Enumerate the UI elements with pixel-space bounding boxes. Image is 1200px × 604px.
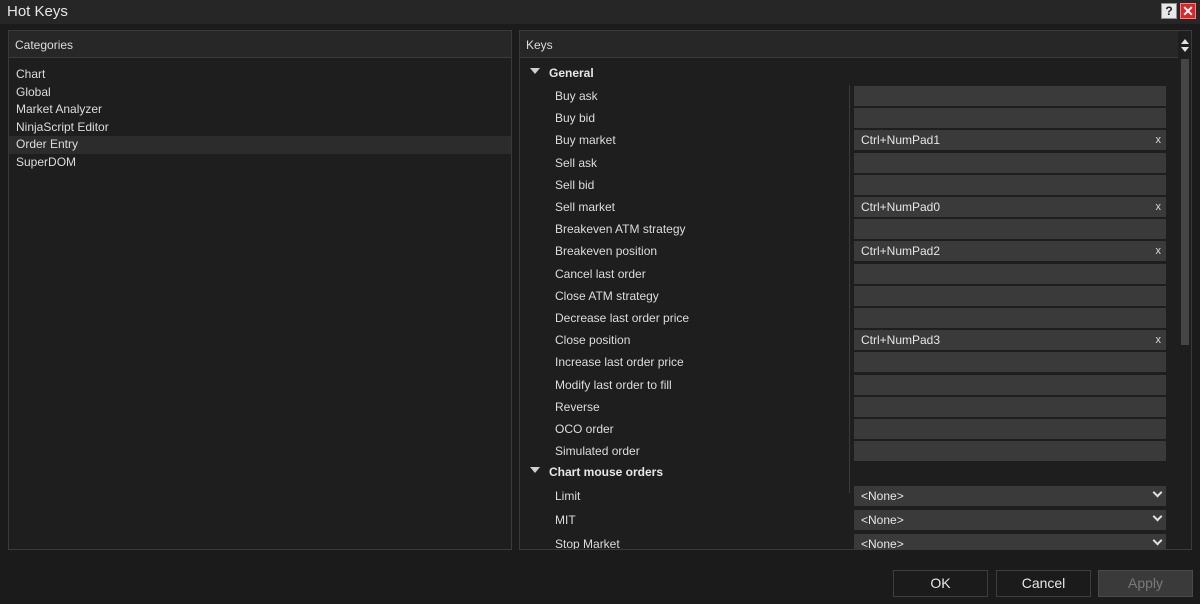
hotkey-value: Ctrl+NumPad0 bbox=[861, 200, 941, 214]
caret-down-icon[interactable] bbox=[530, 68, 540, 74]
select-value: <None> bbox=[861, 537, 904, 549]
hotkey-field[interactable] bbox=[854, 219, 1166, 240]
hotkey-label: Sell bid bbox=[555, 177, 595, 192]
hotkey-label: Modify last order to fill bbox=[555, 377, 672, 392]
mouse-order-select[interactable]: <None> bbox=[854, 486, 1166, 507]
hotkey-field[interactable]: Ctrl+NumPad0 x bbox=[854, 197, 1166, 217]
category-item-global[interactable]: Global bbox=[9, 84, 511, 102]
select-value: <None> bbox=[861, 489, 904, 504]
scrollbar-thumb[interactable] bbox=[1181, 59, 1189, 345]
scroll-down-icon[interactable] bbox=[1181, 47, 1189, 52]
window-title: Hot Keys bbox=[7, 3, 68, 20]
title-bar: Hot Keys ? ✕ bbox=[0, 0, 1200, 24]
hotkey-value: Ctrl+NumPad2 bbox=[861, 244, 941, 259]
hotkey-field[interactable] bbox=[854, 285, 1166, 306]
hotkey-label: Close ATM strategy bbox=[555, 288, 659, 303]
hotkey-field[interactable] bbox=[854, 352, 1166, 373]
chevron-down-icon[interactable] bbox=[1152, 511, 1163, 522]
ok-button[interactable]: OK bbox=[893, 570, 988, 597]
keys-panel: Keys General Buy ask Buy bid Buy market Ctrl… bbox=[519, 30, 1192, 550]
column-divider bbox=[849, 85, 850, 493]
hotkey-label: Stop Market bbox=[555, 537, 620, 549]
hotkey-label: Breakeven position bbox=[555, 244, 658, 259]
hotkey-label: Sell market bbox=[555, 200, 616, 214]
hotkey-label: Sell ask bbox=[555, 155, 598, 170]
chevron-down-icon[interactable] bbox=[1152, 535, 1163, 546]
keys-header: Keys bbox=[520, 31, 1191, 58]
hotkey-label: Buy ask bbox=[555, 89, 598, 103]
category-item-market-analyzer[interactable]: Market Analyzer bbox=[9, 101, 511, 119]
hotkey-label: MIT bbox=[555, 513, 576, 528]
category-item-ninjascript-editor[interactable]: NinjaScript Editor bbox=[9, 119, 511, 137]
chevron-down-icon[interactable] bbox=[1152, 487, 1163, 498]
hotkey-label: Buy market bbox=[555, 133, 616, 148]
help-button[interactable]: ? bbox=[1161, 3, 1177, 19]
hotkey-label: Breakeven ATM strategy bbox=[555, 222, 686, 237]
mouse-order-select[interactable]: <None> bbox=[854, 510, 1166, 531]
categories-panel: Categories Chart Global Market Analyzer … bbox=[8, 30, 512, 550]
hotkey-label: Close position bbox=[555, 333, 631, 348]
hotkey-label: Simulated order bbox=[555, 444, 640, 459]
hotkey-label: Limit bbox=[555, 489, 581, 504]
caret-down-icon[interactable] bbox=[530, 467, 540, 474]
categories-header: Categories bbox=[9, 31, 511, 58]
cancel-button[interactable]: Cancel bbox=[996, 570, 1091, 597]
hotkey-field[interactable] bbox=[854, 174, 1166, 195]
scroll-up-icon[interactable] bbox=[1181, 39, 1189, 44]
hotkey-value: Ctrl+NumPad1 bbox=[861, 133, 941, 148]
hotkey-field[interactable] bbox=[854, 152, 1166, 173]
hotkey-field[interactable] bbox=[854, 374, 1166, 395]
apply-button[interactable]: Apply bbox=[1098, 570, 1193, 597]
hotkey-label: Cancel last order bbox=[555, 266, 646, 281]
group-label: General bbox=[549, 66, 594, 80]
mouse-order-select[interactable]: <None> bbox=[854, 534, 1166, 549]
hotkey-field[interactable] bbox=[854, 108, 1166, 129]
clear-hotkey-icon[interactable]: x bbox=[1156, 330, 1162, 350]
hotkey-label: Reverse bbox=[555, 399, 600, 414]
hotkey-label: OCO order bbox=[555, 422, 614, 436]
hotkey-field[interactable]: Ctrl+NumPad2 x bbox=[854, 241, 1166, 262]
category-item-order-entry[interactable]: Order Entry bbox=[9, 136, 511, 154]
category-item-superdom[interactable]: SuperDOM bbox=[9, 154, 511, 172]
hotkey-field[interactable]: Ctrl+NumPad1 x bbox=[854, 130, 1166, 151]
categories-list: Chart Global Market Analyzer NinjaScript… bbox=[9, 58, 511, 171]
group-label: Chart mouse orders bbox=[549, 465, 664, 480]
keys-list: General Buy ask Buy bid Buy market Ctrl+NumP… bbox=[520, 59, 1175, 549]
hotkey-field[interactable] bbox=[854, 396, 1166, 417]
hotkey-field[interactable] bbox=[854, 419, 1166, 439]
hotkey-label: Decrease last order price bbox=[555, 311, 690, 325]
hotkey-field[interactable] bbox=[854, 308, 1166, 328]
select-value: <None> bbox=[861, 513, 904, 528]
hotkey-field[interactable] bbox=[854, 263, 1166, 284]
hotkey-label: Increase last order price bbox=[555, 355, 684, 370]
hotkey-value: Ctrl+NumPad3 bbox=[861, 333, 941, 348]
clear-hotkey-icon[interactable]: x bbox=[1156, 197, 1162, 217]
hotkey-field[interactable] bbox=[854, 86, 1166, 106]
hotkey-field[interactable]: Ctrl+NumPad3 x bbox=[854, 330, 1166, 351]
category-item-chart[interactable]: Chart bbox=[9, 66, 511, 84]
close-button[interactable]: ✕ bbox=[1180, 3, 1196, 19]
keys-scrollbar[interactable] bbox=[1178, 31, 1191, 549]
hotkey-label: Buy bid bbox=[555, 111, 596, 126]
clear-hotkey-icon[interactable]: x bbox=[1156, 130, 1162, 150]
clear-hotkey-icon[interactable]: x bbox=[1156, 241, 1162, 261]
hotkey-field[interactable] bbox=[854, 441, 1166, 462]
